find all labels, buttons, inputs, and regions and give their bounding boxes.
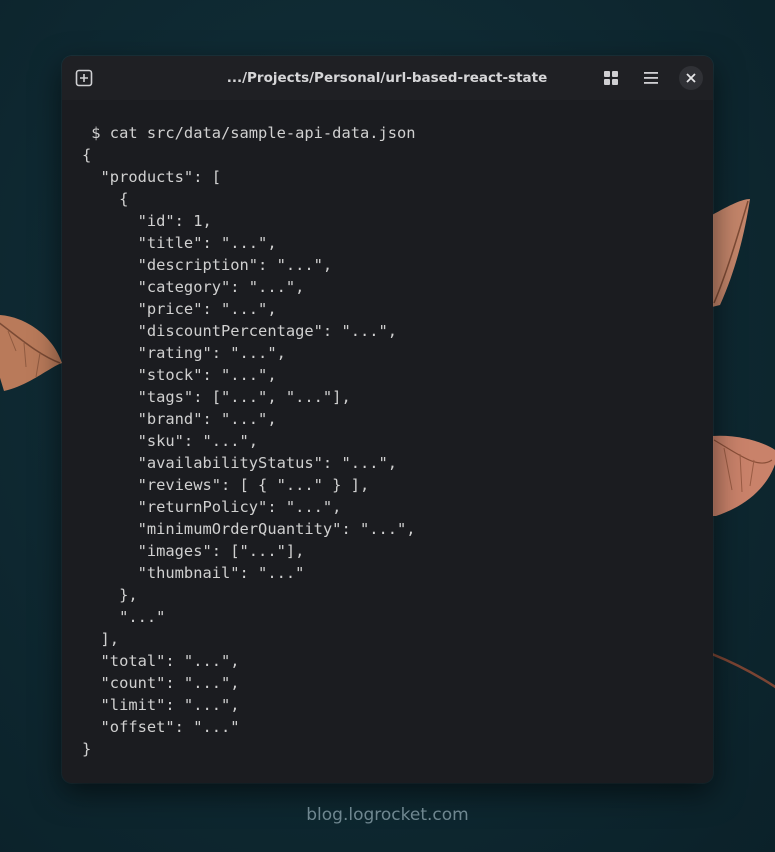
terminal-line: "images": ["..."],	[82, 542, 305, 560]
terminal-line: "id": 1,	[82, 212, 212, 230]
terminal-line: ],	[82, 630, 120, 648]
terminal-line: "description": "...",	[82, 256, 333, 274]
terminal-line: "products": [	[82, 168, 221, 186]
terminal-line: "limit": "...",	[82, 696, 240, 714]
terminal-line: "title": "...",	[82, 234, 277, 252]
new-tab-icon	[75, 69, 93, 87]
terminal-line: "returnPolicy": "...",	[82, 498, 342, 516]
terminal-line: "count": "...",	[82, 674, 240, 692]
watermark-text: blog.logrocket.com	[306, 805, 469, 825]
new-tab-button[interactable]	[72, 66, 96, 90]
terminal-line: {	[82, 146, 92, 164]
terminal-line: "category": "...",	[82, 278, 305, 296]
menu-button[interactable]	[639, 66, 663, 90]
terminal-line: "minimumOrderQuantity": "...",	[82, 520, 416, 538]
terminal-line: "reviews": [ { "..." } ],	[82, 476, 370, 494]
hamburger-menu-icon	[644, 72, 658, 84]
autumn-leaf-right-mid	[712, 435, 775, 516]
autumn-leaf-left	[0, 315, 62, 391]
grid-icon	[604, 71, 618, 85]
terminal-line: "thumbnail": "..."	[82, 564, 305, 582]
terminal-line: }	[82, 740, 92, 758]
grid-view-button[interactable]	[599, 66, 623, 90]
terminal-line: "stock": "...",	[82, 366, 277, 384]
terminal-line: },	[82, 586, 138, 604]
terminal-output[interactable]: $ cat src/data/sample-api-data.json { "p…	[82, 122, 416, 760]
title-bar: .../Projects/Personal/url-based-react-st…	[62, 56, 713, 100]
terminal-line: "sku": "...",	[82, 432, 259, 450]
terminal-line: "offset": "..."	[82, 718, 240, 736]
leaf-stem	[712, 652, 775, 689]
terminal-line: {	[82, 190, 129, 208]
terminal-line: "tags": ["...", "..."],	[82, 388, 351, 406]
terminal-line: "total": "...",	[82, 652, 240, 670]
terminal-line: "availabilityStatus": "...",	[82, 454, 398, 472]
terminal-line: "price": "...",	[82, 300, 277, 318]
terminal-line: $ cat src/data/sample-api-data.json	[82, 124, 416, 142]
terminal-line: "..."	[82, 608, 166, 626]
terminal-line: "brand": "...",	[82, 410, 277, 428]
close-icon	[686, 73, 696, 83]
window-title: .../Projects/Personal/url-based-react-st…	[226, 70, 548, 86]
close-button[interactable]	[679, 66, 703, 90]
terminal-line: "rating": "...",	[82, 344, 286, 362]
terminal-window: .../Projects/Personal/url-based-react-st…	[62, 56, 713, 783]
terminal-line: "discountPercentage": "...",	[82, 322, 398, 340]
autumn-leaf-right-top	[712, 199, 750, 307]
